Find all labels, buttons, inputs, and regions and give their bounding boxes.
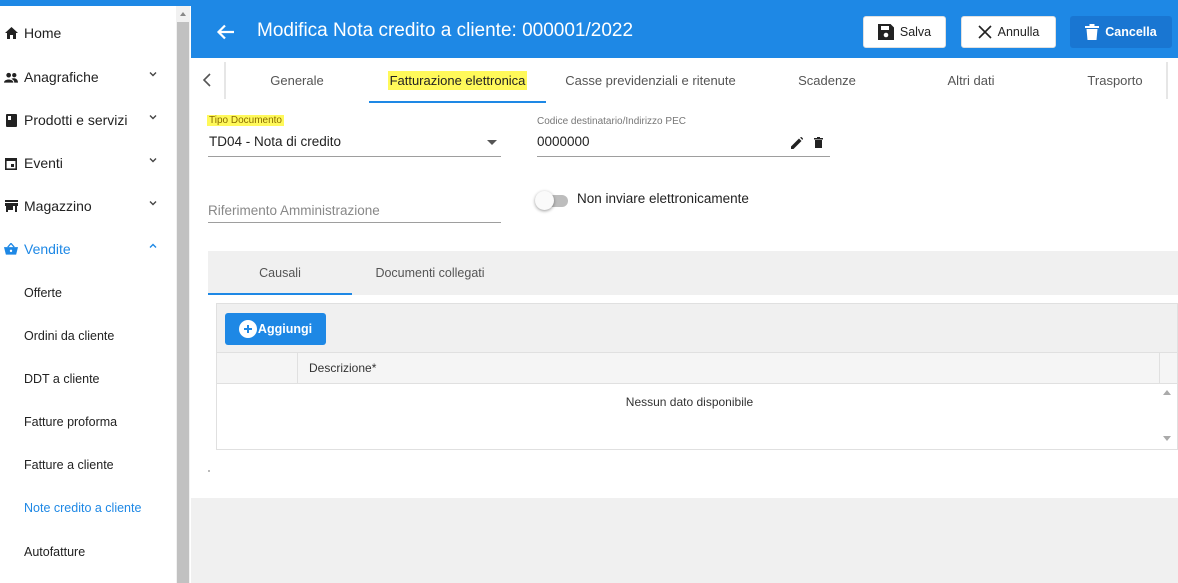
back-arrow-icon[interactable]	[215, 21, 237, 43]
toggle-knob[interactable]	[535, 191, 554, 210]
dropdown-arrow-icon[interactable]	[487, 140, 497, 146]
riferimento-amministrazione-input[interactable]: Riferimento Amministrazione	[208, 203, 380, 218]
delete-label: Cancella	[1105, 25, 1157, 39]
basket-icon	[4, 242, 18, 256]
grid-header: Descrizione*	[217, 352, 1177, 384]
chevron-down-icon	[149, 115, 157, 120]
close-icon	[978, 25, 992, 39]
scroll-up-arrow-icon[interactable]	[1163, 389, 1171, 395]
codice-destinatario-underline	[537, 156, 830, 157]
main-panel: Modifica Nota credito a cliente: 000001/…	[191, 6, 1178, 583]
sidebar-item-prodotti[interactable]: Prodotti e servizi	[0, 102, 176, 138]
non-inviare-label: Non inviare elettronicamente	[577, 191, 749, 206]
page-header: Modifica Nota credito a cliente: 000001/…	[191, 6, 1178, 58]
add-button[interactable]: Aggiungi	[225, 313, 326, 345]
subtab-causali[interactable]: Causali	[208, 251, 352, 295]
page-title: Modifica Nota credito a cliente: 000001/…	[257, 20, 634, 41]
tab-generale[interactable]: Generale	[225, 58, 369, 103]
sidebar-subitem-autofatture[interactable]: Autofatture	[24, 542, 85, 562]
save-button[interactable]: Salva	[863, 16, 946, 48]
scroll-up-arrow-icon[interactable]	[178, 9, 188, 19]
sidebar-scrollbar-thumb[interactable]	[177, 22, 189, 583]
calendar-icon	[4, 156, 18, 170]
trash-icon[interactable]	[814, 137, 823, 148]
subtab-documenti-collegati[interactable]: Documenti collegati	[356, 251, 504, 295]
sidebar-subitem-proforma[interactable]: Fatture proforma	[24, 412, 117, 432]
tipo-documento-label: Tipo Documento	[207, 115, 284, 126]
chevron-left-icon[interactable]	[197, 68, 219, 92]
tab-casse-previdenziali[interactable]: Casse previdenziali e ritenute	[546, 58, 755, 103]
causali-grid: Aggiungi Descrizione* Nessun dato dispon…	[216, 303, 1178, 450]
pencil-icon[interactable]	[791, 137, 803, 149]
tab-bar: Generale Fatturazione elettronica Casse …	[191, 58, 1178, 103]
sidebar-item-anagrafiche[interactable]: Anagrafiche	[0, 59, 176, 95]
sidebar-item-home[interactable]: Home	[0, 15, 176, 51]
add-label: Aggiungi	[257, 322, 313, 336]
grid-body: Nessun dato disponibile	[217, 384, 1177, 449]
chevron-up-icon	[149, 243, 157, 248]
riferimento-underline	[208, 222, 501, 223]
tipo-documento-underline	[208, 156, 501, 157]
cancel-button[interactable]: Annulla	[961, 16, 1056, 48]
home-icon	[4, 26, 18, 40]
plus-circle-icon	[238, 320, 257, 338]
chevron-down-icon	[149, 158, 157, 163]
sidebar-item-label: Home	[24, 25, 62, 41]
sidebar-item-label: Vendite	[24, 241, 71, 257]
sidebar-item-eventi[interactable]: Eventi	[0, 145, 176, 181]
tab-trasporto[interactable]: Trasporto	[1043, 58, 1178, 103]
sidebar-item-vendite[interactable]: Vendite	[0, 231, 176, 267]
people-icon	[4, 70, 18, 84]
tab-label: Fatturazione elettronica	[387, 71, 528, 90]
column-divider	[1159, 353, 1160, 384]
sidebar-subitem-fatture[interactable]: Fatture a cliente	[24, 455, 114, 475]
chevron-down-icon	[149, 201, 157, 206]
store-icon	[4, 199, 18, 213]
subtab-bar: Causali Documenti collegati	[208, 251, 1178, 295]
decorative-dot	[208, 470, 210, 472]
trash-icon	[1085, 24, 1100, 40]
sidebar-item-label: Eventi	[24, 155, 63, 171]
save-label: Salva	[899, 25, 932, 39]
sidebar-item-label: Prodotti e servizi	[24, 112, 128, 128]
sidebar: Home Anagrafiche Prodotti e servizi Even…	[0, 6, 176, 583]
tab-scadenze[interactable]: Scadenze	[755, 58, 899, 103]
sidebar-item-magazzino[interactable]: Magazzino	[0, 188, 176, 224]
sidebar-item-label: Magazzino	[24, 198, 92, 214]
codice-destinatario-label: Codice destinatario/Indirizzo PEC	[537, 116, 686, 127]
tab-scroll-divider	[1166, 62, 1168, 99]
cancel-label: Annulla	[997, 25, 1040, 39]
tab-altri-dati[interactable]: Altri dati	[899, 58, 1043, 103]
sidebar-subitem-note-credito[interactable]: Note credito a cliente	[24, 498, 141, 518]
codice-destinatario-field[interactable]: 0000000	[537, 134, 590, 149]
chevron-down-icon	[149, 72, 157, 77]
active-subtab-indicator	[208, 293, 352, 295]
scroll-down-arrow-icon[interactable]	[1163, 436, 1171, 442]
column-header-descrizione[interactable]: Descrizione*	[309, 361, 376, 375]
sidebar-subitem-ddt[interactable]: DDT a cliente	[24, 369, 100, 389]
tab-fatturazione-elettronica[interactable]: Fatturazione elettronica	[369, 58, 546, 103]
column-divider	[297, 353, 298, 384]
delete-button[interactable]: Cancella	[1070, 16, 1172, 48]
sidebar-subitem-offerte[interactable]: Offerte	[24, 283, 62, 303]
floppy-disk-icon	[877, 24, 894, 40]
book-icon	[4, 113, 18, 127]
sidebar-subitem-ordini[interactable]: Ordini da cliente	[24, 326, 114, 346]
sidebar-item-label: Anagrafiche	[24, 69, 99, 85]
tipo-documento-value[interactable]: TD04 - Nota di credito	[209, 134, 341, 149]
tab-content: Tipo Documento TD04 - Nota di credito Co…	[191, 103, 1178, 498]
no-data-message: Nessun dato disponibile	[625, 395, 754, 409]
